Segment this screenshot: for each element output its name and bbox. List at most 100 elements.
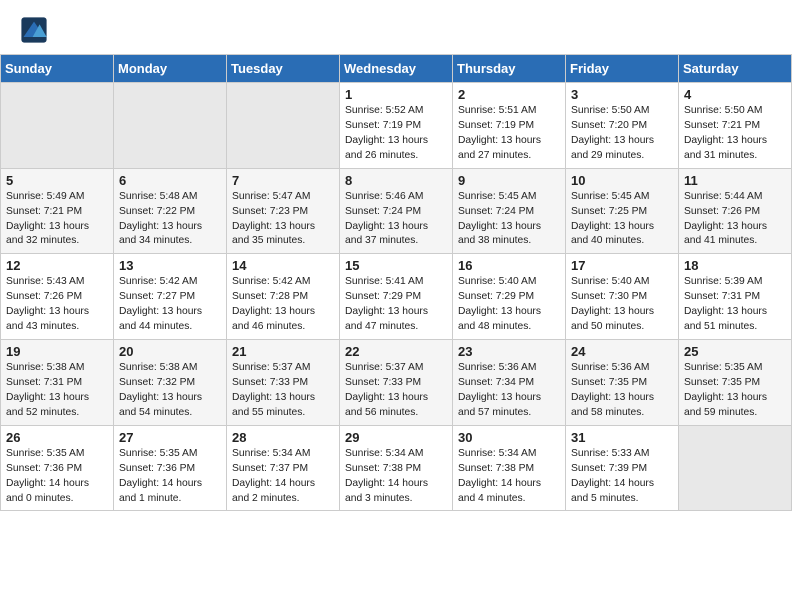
day-content: Sunrise: 5:38 AMSunset: 7:32 PMDaylight:…	[119, 361, 221, 421]
day-number: 19	[6, 344, 108, 359]
day-number: 17	[571, 258, 673, 273]
day-number: 14	[232, 258, 334, 273]
calendar-cell: 18 Sunrise: 5:39 AMSunset: 7:31 PMDayligh…	[679, 254, 792, 340]
day-content: Sunrise: 5:34 AMSunset: 7:37 PMDaylight:…	[232, 447, 334, 507]
day-content: Sunrise: 5:39 AMSunset: 7:31 PMDaylight:…	[684, 275, 786, 335]
day-number: 15	[345, 258, 447, 273]
day-content: Sunrise: 5:41 AMSunset: 7:29 PMDaylight:…	[345, 275, 447, 335]
day-content: Sunrise: 5:46 AMSunset: 7:24 PMDaylight:…	[345, 190, 447, 250]
day-number: 11	[684, 173, 786, 188]
calendar-cell: 31Sunrise: 5:33 AMSunset: 7:39 PMDayligh…	[566, 425, 679, 511]
calendar-cell: 17 Sunrise: 5:40 AMSunset: 7:30 PMDayligh…	[566, 254, 679, 340]
calendar-cell: 15 Sunrise: 5:41 AMSunset: 7:29 PMDayligh…	[340, 254, 453, 340]
calendar-cell: 30Sunrise: 5:34 AMSunset: 7:38 PMDayligh…	[453, 425, 566, 511]
calendar-cell: 8 Sunrise: 5:46 AMSunset: 7:24 PMDaylight…	[340, 168, 453, 254]
day-content: Sunrise: 5:35 AMSunset: 7:36 PMDaylight:…	[119, 447, 221, 507]
day-number: 7	[232, 173, 334, 188]
calendar-cell: 20 Sunrise: 5:38 AMSunset: 7:32 PMDayligh…	[114, 340, 227, 426]
day-number: 21	[232, 344, 334, 359]
day-content: Sunrise: 5:51 AMSunset: 7:19 PMDaylight:…	[458, 104, 560, 164]
day-number: 30	[458, 430, 560, 445]
calendar-cell: 21 Sunrise: 5:37 AMSunset: 7:33 PMDayligh…	[227, 340, 340, 426]
calendar-week-1: 1 Sunrise: 5:52 AMSunset: 7:19 PMDaylight…	[1, 83, 792, 169]
day-number: 20	[119, 344, 221, 359]
day-content: Sunrise: 5:43 AMSunset: 7:26 PMDaylight:…	[6, 275, 108, 335]
day-number: 29	[345, 430, 447, 445]
calendar-cell: 1 Sunrise: 5:52 AMSunset: 7:19 PMDaylight…	[340, 83, 453, 169]
day-number: 6	[119, 173, 221, 188]
weekday-header-saturday: Saturday	[679, 55, 792, 83]
day-content: Sunrise: 5:47 AMSunset: 7:23 PMDaylight:…	[232, 190, 334, 250]
calendar-cell: 16 Sunrise: 5:40 AMSunset: 7:29 PMDayligh…	[453, 254, 566, 340]
calendar-cell: 2 Sunrise: 5:51 AMSunset: 7:19 PMDaylight…	[453, 83, 566, 169]
weekday-header-sunday: Sunday	[1, 55, 114, 83]
day-number: 2	[458, 87, 560, 102]
day-number: 28	[232, 430, 334, 445]
calendar-week-5: 26 Sunrise: 5:35 AMSunset: 7:36 PMDayligh…	[1, 425, 792, 511]
day-number: 8	[345, 173, 447, 188]
weekday-header-thursday: Thursday	[453, 55, 566, 83]
calendar-week-3: 12 Sunrise: 5:43 AMSunset: 7:26 PMDayligh…	[1, 254, 792, 340]
day-content: Sunrise: 5:42 AMSunset: 7:28 PMDaylight:…	[232, 275, 334, 335]
day-number: 9	[458, 173, 560, 188]
calendar-cell: 3 Sunrise: 5:50 AMSunset: 7:20 PMDaylight…	[566, 83, 679, 169]
day-number: 23	[458, 344, 560, 359]
day-number: 22	[345, 344, 447, 359]
calendar-cell: 6 Sunrise: 5:48 AMSunset: 7:22 PMDaylight…	[114, 168, 227, 254]
weekday-header-tuesday: Tuesday	[227, 55, 340, 83]
page-header	[0, 0, 792, 48]
calendar-cell: 13 Sunrise: 5:42 AMSunset: 7:27 PMDayligh…	[114, 254, 227, 340]
calendar-table: SundayMondayTuesdayWednesdayThursdayFrid…	[0, 54, 792, 511]
weekday-header-row: SundayMondayTuesdayWednesdayThursdayFrid…	[1, 55, 792, 83]
day-number: 3	[571, 87, 673, 102]
calendar-cell	[679, 425, 792, 511]
day-content: Sunrise: 5:40 AMSunset: 7:29 PMDaylight:…	[458, 275, 560, 335]
calendar-cell	[1, 83, 114, 169]
day-content: Sunrise: 5:36 AMSunset: 7:34 PMDaylight:…	[458, 361, 560, 421]
calendar-week-2: 5Sunrise: 5:49 AMSunset: 7:21 PMDaylight…	[1, 168, 792, 254]
calendar-cell	[227, 83, 340, 169]
day-content: Sunrise: 5:35 AMSunset: 7:35 PMDaylight:…	[684, 361, 786, 421]
logo-icon	[20, 16, 48, 44]
calendar-week-4: 19Sunrise: 5:38 AMSunset: 7:31 PMDayligh…	[1, 340, 792, 426]
day-number: 5	[6, 173, 108, 188]
day-number: 12	[6, 258, 108, 273]
day-number: 1	[345, 87, 447, 102]
day-number: 16	[458, 258, 560, 273]
logo	[20, 16, 50, 44]
calendar-cell: 12 Sunrise: 5:43 AMSunset: 7:26 PMDayligh…	[1, 254, 114, 340]
calendar-cell: 26 Sunrise: 5:35 AMSunset: 7:36 PMDayligh…	[1, 425, 114, 511]
day-number: 18	[684, 258, 786, 273]
calendar-cell: 23 Sunrise: 5:36 AMSunset: 7:34 PMDayligh…	[453, 340, 566, 426]
weekday-header-friday: Friday	[566, 55, 679, 83]
calendar-cell: 7 Sunrise: 5:47 AMSunset: 7:23 PMDaylight…	[227, 168, 340, 254]
day-number: 13	[119, 258, 221, 273]
day-content: Sunrise: 5:34 AMSunset: 7:38 PMDaylight:…	[345, 447, 447, 507]
day-number: 27	[119, 430, 221, 445]
day-number: 10	[571, 173, 673, 188]
weekday-header-wednesday: Wednesday	[340, 55, 453, 83]
calendar-cell: 14 Sunrise: 5:42 AMSunset: 7:28 PMDayligh…	[227, 254, 340, 340]
day-content: Sunrise: 5:45 AMSunset: 7:24 PMDaylight:…	[458, 190, 560, 250]
calendar-cell: 19Sunrise: 5:38 AMSunset: 7:31 PMDayligh…	[1, 340, 114, 426]
day-content: Sunrise: 5:42 AMSunset: 7:27 PMDaylight:…	[119, 275, 221, 335]
day-content: Sunrise: 5:40 AMSunset: 7:30 PMDaylight:…	[571, 275, 673, 335]
calendar-cell: 25 Sunrise: 5:35 AMSunset: 7:35 PMDayligh…	[679, 340, 792, 426]
day-content: Sunrise: 5:35 AMSunset: 7:36 PMDaylight:…	[6, 447, 108, 507]
day-content: Sunrise: 5:37 AMSunset: 7:33 PMDaylight:…	[232, 361, 334, 421]
day-content: Sunrise: 5:44 AMSunset: 7:26 PMDaylight:…	[684, 190, 786, 250]
day-content: Sunrise: 5:50 AMSunset: 7:20 PMDaylight:…	[571, 104, 673, 164]
day-content: Sunrise: 5:36 AMSunset: 7:35 PMDaylight:…	[571, 361, 673, 421]
day-content: Sunrise: 5:52 AMSunset: 7:19 PMDaylight:…	[345, 104, 447, 164]
calendar-cell: 5Sunrise: 5:49 AMSunset: 7:21 PMDaylight…	[1, 168, 114, 254]
calendar-cell: 4Sunrise: 5:50 AMSunset: 7:21 PMDaylight…	[679, 83, 792, 169]
weekday-header-monday: Monday	[114, 55, 227, 83]
calendar-cell: 11 Sunrise: 5:44 AMSunset: 7:26 PMDayligh…	[679, 168, 792, 254]
day-content: Sunrise: 5:48 AMSunset: 7:22 PMDaylight:…	[119, 190, 221, 250]
day-number: 25	[684, 344, 786, 359]
calendar-cell: 28 Sunrise: 5:34 AMSunset: 7:37 PMDayligh…	[227, 425, 340, 511]
calendar-cell: 9 Sunrise: 5:45 AMSunset: 7:24 PMDaylight…	[453, 168, 566, 254]
day-number: 4	[684, 87, 786, 102]
day-number: 31	[571, 430, 673, 445]
day-number: 26	[6, 430, 108, 445]
